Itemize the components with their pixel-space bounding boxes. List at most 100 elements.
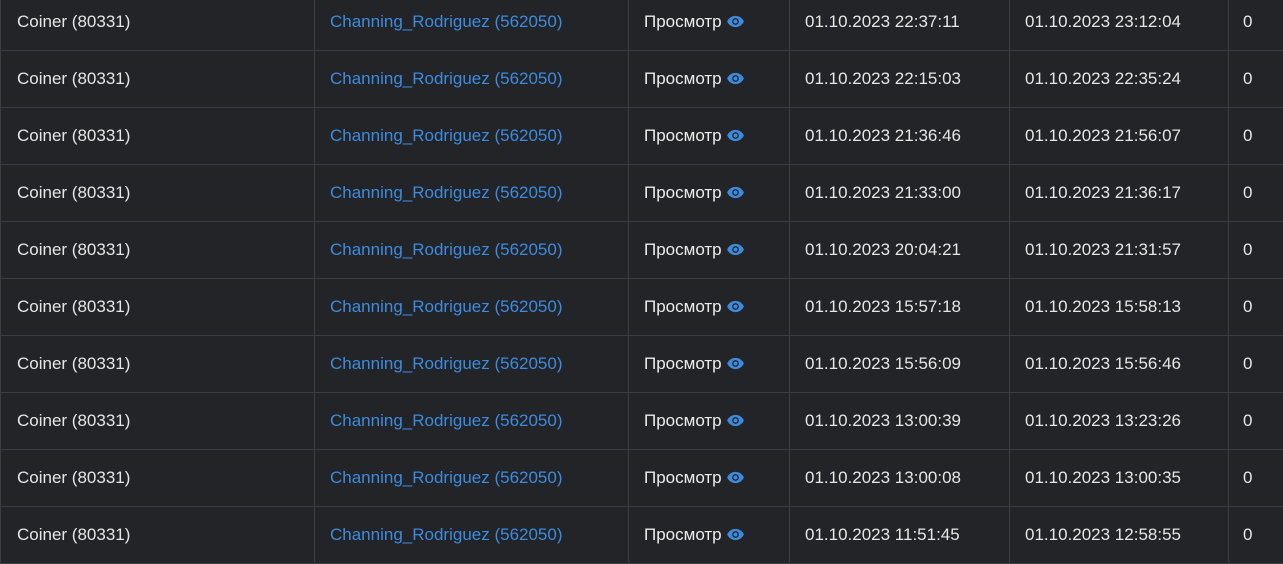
table-row: Coiner (80331) Channing_Rodriguez (56205…: [0, 107, 1283, 165]
user-link[interactable]: Channing_Rodriguez (562050): [330, 411, 563, 430]
table-row: Coiner (80331) Channing_Rodriguez (56205…: [0, 449, 1283, 507]
view-label: Просмотр: [644, 468, 722, 487]
count-cell: 0: [1228, 0, 1283, 51]
user-link[interactable]: Channing_Rodriguez (562050): [330, 240, 563, 259]
eye-icon: [726, 243, 744, 255]
view-button[interactable]: Просмотр: [644, 411, 745, 431]
eye-icon: [726, 471, 744, 483]
view-button[interactable]: Просмотр: [644, 183, 745, 203]
count-cell: 0: [1228, 164, 1283, 222]
end-time-cell: 01.10.2023 13:00:35: [1009, 449, 1229, 507]
view-label: Просмотр: [644, 525, 722, 544]
user-cell: Channing_Rodriguez (562050): [314, 449, 629, 507]
view-button[interactable]: Просмотр: [644, 126, 745, 146]
user-link[interactable]: Channing_Rodriguez (562050): [330, 525, 563, 544]
owner-cell: Coiner (80331): [0, 0, 315, 51]
owner-cell: Coiner (80331): [0, 164, 315, 222]
view-label: Просмотр: [644, 126, 722, 145]
eye-icon: [726, 414, 744, 426]
table-row: Coiner (80331) Channing_Rodriguez (56205…: [0, 506, 1283, 564]
owner-cell: Coiner (80331): [0, 449, 315, 507]
count-cell: 0: [1228, 221, 1283, 279]
view-button[interactable]: Просмотр: [644, 525, 745, 545]
user-link[interactable]: Channing_Rodriguez (562050): [330, 69, 563, 88]
count-cell: 0: [1228, 278, 1283, 336]
view-cell: Просмотр: [628, 392, 790, 450]
view-button[interactable]: Просмотр: [644, 468, 745, 488]
view-button[interactable]: Просмотр: [644, 354, 745, 374]
start-time-cell: 01.10.2023 13:00:39: [789, 392, 1010, 450]
table-row: Coiner (80331) Channing_Rodriguez (56205…: [0, 278, 1283, 336]
view-button[interactable]: Просмотр: [644, 12, 745, 32]
view-button[interactable]: Просмотр: [644, 297, 745, 317]
start-time-cell: 01.10.2023 11:51:45: [789, 506, 1010, 564]
owner-cell: Coiner (80331): [0, 107, 315, 165]
view-cell: Просмотр: [628, 221, 790, 279]
user-link[interactable]: Channing_Rodriguez (562050): [330, 12, 563, 31]
view-cell: Просмотр: [628, 278, 790, 336]
view-cell: Просмотр: [628, 335, 790, 393]
table-row: Coiner (80331) Channing_Rodriguez (56205…: [0, 50, 1283, 108]
user-link[interactable]: Channing_Rodriguez (562050): [330, 468, 563, 487]
user-cell: Channing_Rodriguez (562050): [314, 107, 629, 165]
user-link[interactable]: Channing_Rodriguez (562050): [330, 183, 563, 202]
user-cell: Channing_Rodriguez (562050): [314, 506, 629, 564]
table-row: Coiner (80331) Channing_Rodriguez (56205…: [0, 392, 1283, 450]
view-label: Просмотр: [644, 12, 722, 31]
eye-icon: [726, 15, 744, 27]
view-button[interactable]: Просмотр: [644, 69, 745, 89]
end-time-cell: 01.10.2023 13:23:26: [1009, 392, 1229, 450]
view-cell: Просмотр: [628, 164, 790, 222]
owner-cell: Coiner (80331): [0, 506, 315, 564]
start-time-cell: 01.10.2023 22:15:03: [789, 50, 1010, 108]
start-time-cell: 01.10.2023 21:36:46: [789, 107, 1010, 165]
eye-icon: [726, 186, 744, 198]
user-link[interactable]: Channing_Rodriguez (562050): [330, 297, 563, 316]
start-time-cell: 01.10.2023 21:33:00: [789, 164, 1010, 222]
owner-cell: Coiner (80331): [0, 221, 315, 279]
user-link[interactable]: Channing_Rodriguez (562050): [330, 126, 563, 145]
user-cell: Channing_Rodriguez (562050): [314, 164, 629, 222]
table-row: Coiner (80331) Channing_Rodriguez (56205…: [0, 164, 1283, 222]
start-time-cell: 01.10.2023 22:37:11: [789, 0, 1010, 51]
view-label: Просмотр: [644, 240, 722, 259]
end-time-cell: 01.10.2023 15:56:46: [1009, 335, 1229, 393]
count-cell: 0: [1228, 107, 1283, 165]
owner-cell: Coiner (80331): [0, 278, 315, 336]
view-cell: Просмотр: [628, 506, 790, 564]
view-label: Просмотр: [644, 297, 722, 316]
start-time-cell: 01.10.2023 15:57:18: [789, 278, 1010, 336]
end-time-cell: 01.10.2023 21:56:07: [1009, 107, 1229, 165]
count-cell: 0: [1228, 449, 1283, 507]
view-label: Просмотр: [644, 354, 722, 373]
owner-cell: Coiner (80331): [0, 392, 315, 450]
user-cell: Channing_Rodriguez (562050): [314, 221, 629, 279]
view-label: Просмотр: [644, 183, 722, 202]
end-time-cell: 01.10.2023 23:12:04: [1009, 0, 1229, 51]
eye-icon: [726, 129, 744, 141]
user-cell: Channing_Rodriguez (562050): [314, 0, 629, 51]
user-cell: Channing_Rodriguez (562050): [314, 278, 629, 336]
end-time-cell: 01.10.2023 15:58:13: [1009, 278, 1229, 336]
end-time-cell: 01.10.2023 22:35:24: [1009, 50, 1229, 108]
view-cell: Просмотр: [628, 107, 790, 165]
eye-icon: [726, 72, 744, 84]
view-label: Просмотр: [644, 69, 722, 88]
user-cell: Channing_Rodriguez (562050): [314, 392, 629, 450]
sessions-table-body: Coiner (80331) Channing_Rodriguez (56205…: [0, 0, 1283, 564]
count-cell: 0: [1228, 392, 1283, 450]
start-time-cell: 01.10.2023 15:56:09: [789, 335, 1010, 393]
table-row: Coiner (80331) Channing_Rodriguez (56205…: [0, 221, 1283, 279]
user-link[interactable]: Channing_Rodriguez (562050): [330, 354, 563, 373]
view-cell: Просмотр: [628, 0, 790, 51]
eye-icon: [726, 528, 744, 540]
end-time-cell: 01.10.2023 12:58:55: [1009, 506, 1229, 564]
eye-icon: [726, 357, 744, 369]
count-cell: 0: [1228, 335, 1283, 393]
table-row: Coiner (80331) Channing_Rodriguez (56205…: [0, 335, 1283, 393]
view-button[interactable]: Просмотр: [644, 240, 745, 260]
user-cell: Channing_Rodriguez (562050): [314, 335, 629, 393]
view-label: Просмотр: [644, 411, 722, 430]
start-time-cell: 01.10.2023 20:04:21: [789, 221, 1010, 279]
view-cell: Просмотр: [628, 50, 790, 108]
